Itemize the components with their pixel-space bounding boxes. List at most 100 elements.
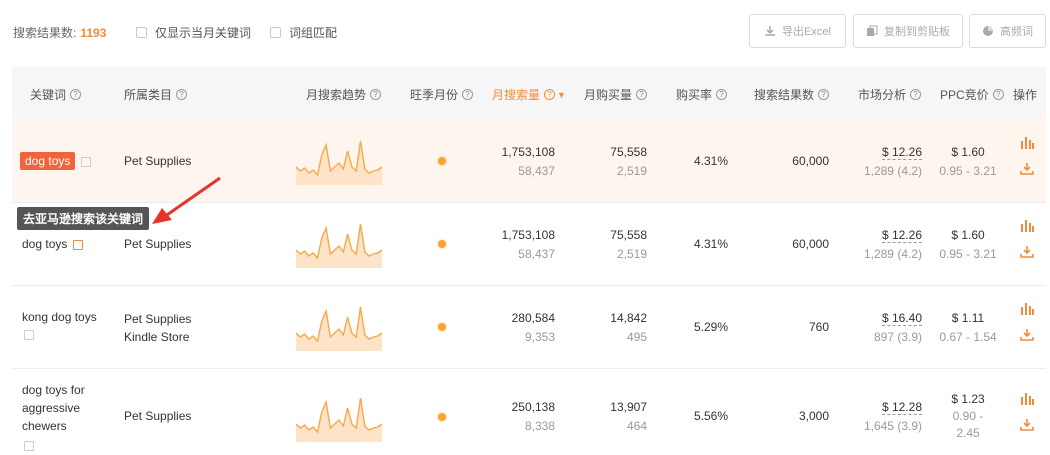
monthly-search-cell: 1,753,108 58,437 bbox=[501, 228, 555, 261]
only-current-month-checkbox[interactable]: 仅显示当月关键词 bbox=[136, 24, 251, 41]
ppc-cell: $ 1.11 0.67 - 1.54 bbox=[939, 311, 997, 344]
ops-cell bbox=[1020, 303, 1034, 341]
monthly-purchase-cell: 13,907 464 bbox=[610, 400, 647, 433]
checkbox-box[interactable] bbox=[136, 27, 147, 38]
market-analysis-cell[interactable]: $ 12.26 1,289 (4.2) bbox=[842, 145, 922, 178]
trend-sparkline bbox=[296, 397, 382, 442]
bar-chart-icon[interactable] bbox=[1020, 393, 1034, 405]
purchase-rate-cell: 5.29% bbox=[693, 320, 728, 334]
search-results-cell: 60,000 bbox=[792, 154, 829, 168]
category-cell: Pet Supplies bbox=[124, 409, 192, 423]
header-keyword[interactable]: 关键词? bbox=[30, 86, 82, 103]
monthly-search-cell: 250,138 8,338 bbox=[511, 400, 555, 433]
keyword-cell: dog toys bbox=[20, 152, 92, 170]
search-results-cell: 60,000 bbox=[792, 237, 829, 251]
search-results-cell: 3,000 bbox=[798, 409, 829, 423]
header-monthly-search[interactable]: 月搜索量? ▼ bbox=[492, 86, 566, 103]
help-icon[interactable]: ? bbox=[176, 89, 188, 100]
table-header: 关键词? 所属类目? 月搜索趋势? 旺季月份? 月搜索量? ▼ 月购买量? 购买率… bbox=[12, 67, 1046, 119]
toolbar: 搜索结果数: 1193 仅显示当月关键词 词组匹配 导出Excel 复制到剪贴板 … bbox=[0, 0, 1050, 62]
ops-cell bbox=[1020, 220, 1034, 258]
search-results-cell: 760 bbox=[808, 320, 829, 334]
peak-month-dot bbox=[438, 413, 446, 421]
category-cell: Pet Supplies bbox=[124, 154, 192, 168]
external-link-icon[interactable] bbox=[24, 440, 34, 451]
result-count-label: 搜索结果数: 1193 bbox=[13, 26, 107, 40]
copy-clipboard-button[interactable]: 复制到剪贴板 bbox=[853, 14, 963, 48]
help-icon[interactable]: ? bbox=[70, 89, 82, 100]
keyword-cell: dog toys for aggressive chewers bbox=[22, 381, 85, 453]
frequent-words-button[interactable]: 高频词 bbox=[969, 14, 1046, 48]
purchase-rate-cell: 4.31% bbox=[693, 237, 728, 251]
market-analysis-cell[interactable]: $ 16.40 897 (3.9) bbox=[842, 311, 922, 344]
header-trend[interactable]: 月搜索趋势? bbox=[306, 86, 382, 103]
help-icon[interactable]: ? bbox=[992, 89, 1004, 100]
ppc-cell: $ 1.60 0.95 - 3.21 bbox=[939, 145, 997, 178]
result-count: 1193 bbox=[80, 26, 107, 40]
amazon-search-tooltip: 去亚马逊搜索该关键词 bbox=[17, 207, 150, 230]
purchase-rate-cell: 5.56% bbox=[693, 409, 728, 423]
keyword-text[interactable]: kong dog toys bbox=[22, 310, 97, 324]
help-icon[interactable]: ? bbox=[462, 89, 474, 100]
trend-sparkline bbox=[296, 223, 382, 268]
peak-month-dot bbox=[438, 157, 446, 165]
external-link-icon[interactable] bbox=[81, 156, 92, 167]
category-cell: Pet Supplies bbox=[124, 237, 192, 251]
keyword-text[interactable]: dog toys bbox=[22, 237, 67, 251]
download-icon[interactable] bbox=[1020, 419, 1034, 431]
monthly-purchase-cell: 75,558 2,519 bbox=[610, 145, 647, 178]
peak-month-dot bbox=[438, 323, 446, 331]
external-link-icon[interactable] bbox=[73, 239, 84, 250]
copy-icon bbox=[867, 25, 878, 36]
help-icon[interactable]: ? bbox=[818, 89, 830, 100]
help-icon[interactable]: ? bbox=[544, 89, 556, 100]
bar-chart-icon[interactable] bbox=[1020, 137, 1034, 149]
phrase-match-checkbox[interactable]: 词组匹配 bbox=[270, 24, 337, 41]
purchase-rate-cell: 4.31% bbox=[693, 154, 728, 168]
market-analysis-cell[interactable]: $ 12.28 1,645 (3.9) bbox=[842, 400, 922, 433]
ops-cell bbox=[1020, 393, 1034, 431]
help-icon[interactable]: ? bbox=[716, 89, 728, 100]
keyword-text[interactable]: dog toys for aggressive chewers bbox=[22, 381, 85, 435]
help-icon[interactable]: ? bbox=[636, 89, 648, 100]
download-icon[interactable] bbox=[1020, 329, 1034, 341]
download-icon bbox=[765, 26, 776, 36]
bar-chart-icon[interactable] bbox=[1020, 303, 1034, 315]
monthly-purchase-cell: 75,558 2,519 bbox=[610, 228, 647, 261]
header-category[interactable]: 所属类目? bbox=[124, 86, 188, 103]
peak-month-dot bbox=[438, 240, 446, 248]
market-analysis-cell[interactable]: $ 12.26 1,289 (4.2) bbox=[842, 228, 922, 261]
keyword-cell: dog toys bbox=[22, 237, 84, 251]
monthly-search-cell: 1,753,108 58,437 bbox=[501, 145, 555, 178]
help-icon[interactable]: ? bbox=[370, 89, 382, 100]
trend-sparkline bbox=[296, 140, 382, 185]
table-row[interactable]: kong dog toys Pet Supplies Kindle Store 2… bbox=[12, 286, 1046, 369]
sort-desc-icon[interactable]: ▼ bbox=[557, 90, 566, 100]
bar-chart-icon[interactable] bbox=[1020, 220, 1034, 232]
header-peak-month[interactable]: 旺季月份? bbox=[410, 86, 474, 103]
table-row[interactable]: dog toys for aggressive chewers Pet Suppli… bbox=[12, 369, 1046, 455]
header-ops: 操作 bbox=[1013, 88, 1038, 102]
header-ppc[interactable]: PPC竞价? bbox=[940, 86, 1004, 103]
keyword-cell: kong dog toys bbox=[22, 310, 97, 340]
monthly-purchase-cell: 14,842 495 bbox=[610, 311, 647, 344]
ops-cell bbox=[1020, 137, 1034, 175]
ppc-cell: $ 1.23 0.90 -2.45 bbox=[951, 392, 985, 440]
category-cell: Pet Supplies Kindle Store bbox=[124, 312, 192, 344]
header-monthly-purchase[interactable]: 月购买量? bbox=[584, 86, 648, 103]
annotation-arrow-icon bbox=[152, 176, 221, 224]
header-search-results[interactable]: 搜索结果数? bbox=[754, 86, 830, 103]
monthly-search-cell: 280,584 9,353 bbox=[511, 311, 555, 344]
header-purchase-rate[interactable]: 购买率? bbox=[676, 86, 728, 103]
help-icon[interactable]: ? bbox=[910, 89, 922, 100]
keyword-tag[interactable]: dog toys bbox=[20, 152, 76, 170]
ppc-cell: $ 1.60 0.95 - 3.21 bbox=[939, 228, 997, 261]
download-icon[interactable] bbox=[1020, 246, 1034, 258]
trend-sparkline bbox=[296, 306, 382, 351]
export-excel-button[interactable]: 导出Excel bbox=[749, 14, 846, 48]
external-link-icon[interactable] bbox=[24, 330, 34, 340]
pie-chart-icon bbox=[983, 26, 993, 36]
checkbox-box[interactable] bbox=[270, 27, 281, 38]
header-market-analysis[interactable]: 市场分析? bbox=[858, 86, 922, 103]
download-icon[interactable] bbox=[1020, 163, 1034, 175]
